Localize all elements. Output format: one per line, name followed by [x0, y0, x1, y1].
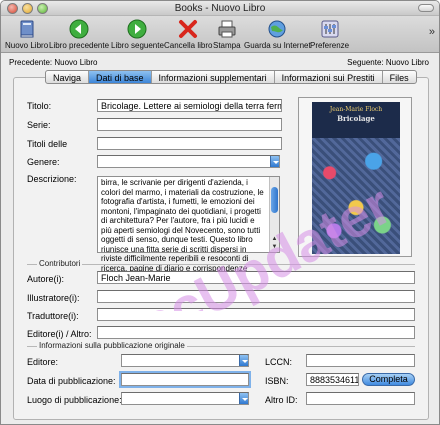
- toolbar: Nuovo Libro Libro precedente Libro segue…: [1, 16, 439, 53]
- illustratore-field[interactable]: [97, 290, 415, 303]
- traduttore-field[interactable]: [97, 308, 415, 321]
- titolo-field[interactable]: Bricolage. Lettere ai semiologi della te…: [97, 99, 282, 112]
- toolbar-overflow-button[interactable]: »: [429, 26, 435, 38]
- next-book-label: Seguente: Nuovo Libro: [347, 58, 429, 67]
- altro-id-label: Altro ID:: [265, 395, 298, 405]
- descrizione-textarea[interactable]: birra, le scrivanie per dirigenti d'azie…: [97, 176, 280, 282]
- next-book-button[interactable]: Libro seguente: [111, 18, 164, 50]
- tab-files[interactable]: Files: [383, 71, 416, 83]
- titolo-label: Titolo:: [27, 101, 52, 111]
- delete-book-button[interactable]: Cancella libro: [164, 18, 212, 50]
- titoli-delle-label: Titoli delle: [27, 139, 68, 149]
- book-cover-image: Jean-Marie Floch Bricolage: [312, 102, 400, 254]
- descrizione-text: birra, le scrivanie per dirigenti d'azie…: [101, 178, 264, 282]
- luogo-combo[interactable]: [121, 392, 249, 405]
- preferences-icon: [321, 20, 339, 38]
- tab-informazioni-prestiti[interactable]: Informazioni sui Prestiti: [275, 71, 383, 83]
- title-bar: Books - Nuovo Libro: [1, 1, 439, 16]
- autore-field[interactable]: Floch Jean-Marie: [97, 271, 415, 284]
- toolbar-toggle-button[interactable]: [418, 4, 434, 12]
- altro-id-field[interactable]: [306, 392, 415, 405]
- isbn-field[interactable]: 8883534611: [306, 373, 359, 386]
- traduttore-label: Traduttore(i):: [27, 311, 79, 321]
- new-book-button[interactable]: Nuovo Libro: [5, 18, 48, 50]
- globe-icon: [268, 20, 286, 38]
- cover-image-well[interactable]: Jean-Marie Floch Bricolage: [298, 97, 412, 257]
- tab-informazioni-supplementari[interactable]: Informazioni supplementari: [152, 71, 275, 83]
- cover-artwork: [312, 138, 400, 254]
- window-title: Books - Nuovo Libro: [174, 3, 266, 14]
- data-pubblicazione-label: Data di pubblicazione:: [27, 376, 116, 386]
- genere-dropdown-arrow-icon[interactable]: [270, 156, 279, 167]
- tab-dati-di-base[interactable]: Dati di base: [89, 71, 152, 83]
- editore-altro-label: Editore(i) / Altro:: [27, 329, 92, 339]
- titoli-delle-field[interactable]: [97, 137, 282, 150]
- previous-book-label: Precedente: Nuovo Libro: [9, 58, 98, 67]
- pubblicazione-section-label: Informazioni sulla pubblicazione origina…: [37, 341, 187, 350]
- contributori-divider: [27, 264, 415, 265]
- cover-author: Jean-Marie Floch: [329, 106, 383, 113]
- red-x-icon: [179, 20, 198, 38]
- descrizione-label: Descrizione:: [27, 174, 77, 184]
- app-window: Books - Nuovo Libro Nuovo Libro Libro pr…: [0, 0, 440, 425]
- print-button[interactable]: Stampa: [213, 18, 241, 50]
- lccn-label: LCCN:: [265, 357, 293, 367]
- new-book-icon: [20, 20, 34, 38]
- serie-field[interactable]: [97, 118, 282, 131]
- illustratore-label: Illustratore(i):: [27, 293, 80, 303]
- completa-button[interactable]: Completa: [362, 373, 415, 386]
- previous-book-button[interactable]: Libro precedente: [49, 18, 109, 50]
- luogo-dropdown-arrow-icon[interactable]: [239, 393, 248, 404]
- cover-title: Bricolage: [337, 114, 375, 123]
- editore-dropdown-arrow-icon[interactable]: [239, 355, 248, 366]
- scroll-up-arrow-icon[interactable]: ▲: [271, 236, 278, 243]
- data-pubblicazione-field[interactable]: [119, 371, 251, 388]
- genere-label: Genere:: [27, 157, 60, 167]
- isbn-label: ISBN:: [265, 376, 289, 386]
- genere-combo[interactable]: [97, 155, 280, 168]
- arrow-right-green-icon: [127, 19, 147, 39]
- editore-label: Editore:: [27, 357, 59, 367]
- tab-bar: Naviga Dati di base Informazioni supplem…: [45, 70, 417, 84]
- preferences-button[interactable]: Preferenze: [310, 18, 349, 50]
- printer-icon: [218, 20, 236, 38]
- look-on-internet-button[interactable]: Guarda su Internet: [244, 18, 311, 50]
- contributori-section-label: Contributori: [37, 259, 83, 268]
- arrow-left-green-icon: [69, 19, 89, 39]
- tab-naviga[interactable]: Naviga: [46, 71, 90, 83]
- autore-label: Autore(i):: [27, 274, 65, 284]
- lccn-field[interactable]: [306, 354, 415, 367]
- scroll-down-arrow-icon[interactable]: ▼: [271, 244, 278, 251]
- serie-label: Serie:: [27, 120, 51, 130]
- editore-altro-field[interactable]: [97, 326, 415, 339]
- descrizione-scrollbar[interactable]: ▲ ▼: [269, 177, 279, 252]
- scroll-thumb[interactable]: [271, 187, 278, 213]
- editore-combo[interactable]: [121, 354, 249, 367]
- luogo-pubblicazione-label: Luogo di pubblicazione:: [27, 395, 122, 405]
